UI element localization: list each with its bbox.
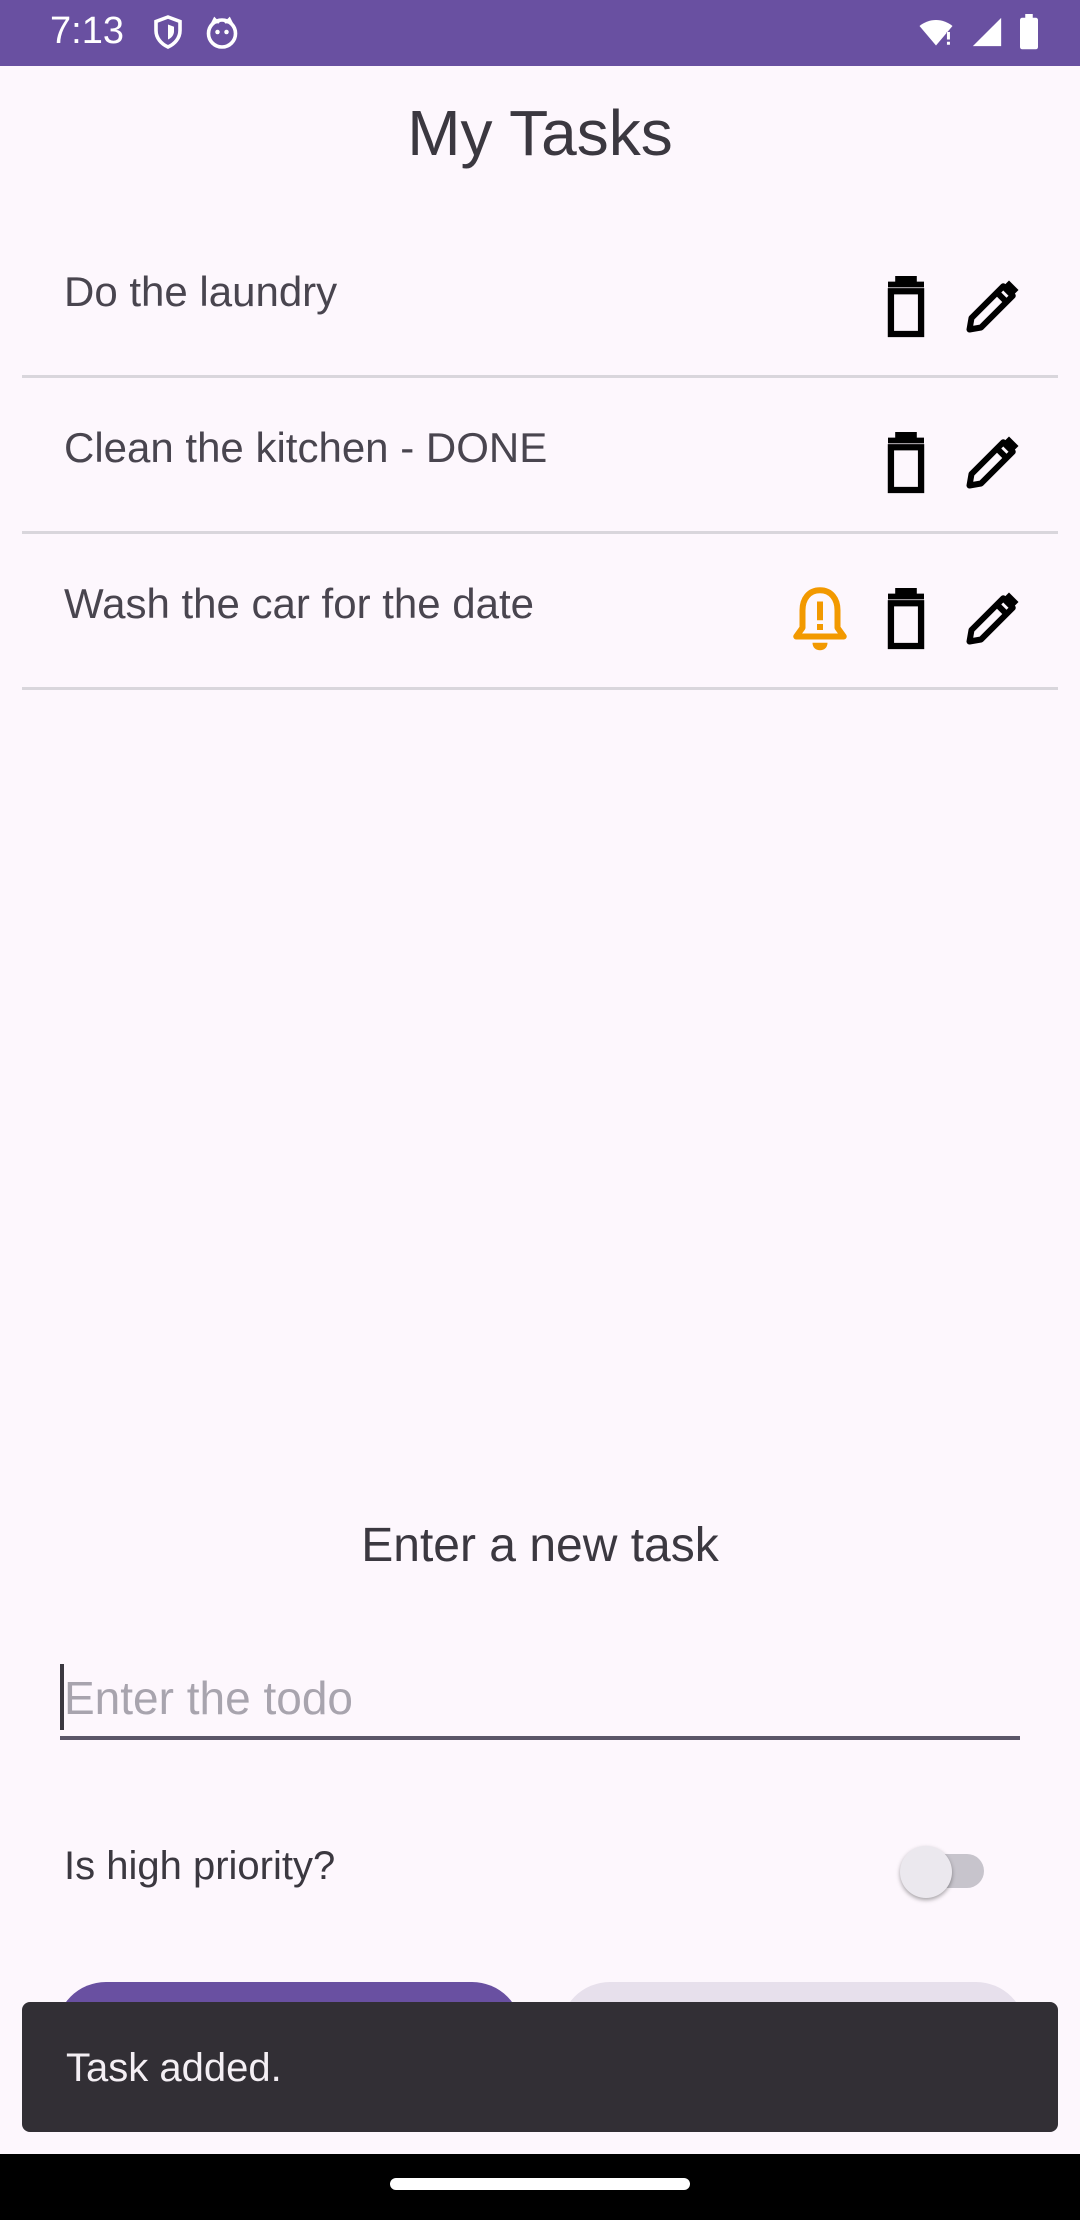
task-label: Do the laundry	[64, 268, 338, 315]
pencil-icon[interactable]	[962, 584, 1022, 654]
task-list: Do the laundry Clean the kitchen - DONE …	[22, 222, 1058, 690]
home-handle[interactable]	[390, 2178, 690, 2190]
shield-icon	[150, 14, 186, 55]
page-title: My Tasks	[407, 97, 673, 169]
todo-field[interactable]	[60, 1660, 1020, 1740]
navigation-bar	[0, 2154, 1080, 2220]
status-bar: 7:13	[0, 0, 1080, 66]
task-row[interactable]: Clean the kitchen - DONE	[22, 378, 1058, 534]
snackbar-message: Task added.	[66, 2046, 282, 2090]
text-cursor	[60, 1664, 64, 1730]
task-label: Clean the kitchen - DONE	[64, 424, 548, 471]
toggle-thumb	[900, 1846, 952, 1898]
trash-icon[interactable]	[876, 272, 936, 342]
task-row[interactable]: Wash the car for the date	[22, 534, 1058, 690]
wifi-icon	[916, 14, 956, 50]
battery-icon	[1018, 14, 1040, 50]
task-label: Wash the car for the date	[64, 580, 535, 627]
signal-icon	[970, 15, 1004, 49]
snackbar: Task added.	[22, 2002, 1058, 2132]
pencil-icon[interactable]	[962, 272, 1022, 342]
trash-icon[interactable]	[876, 428, 936, 498]
cat-icon	[204, 14, 240, 55]
priority-toggle[interactable]	[900, 1846, 986, 1898]
status-time: 7:13	[50, 10, 124, 52]
bell-alert-icon	[790, 584, 850, 654]
priority-label: Is high priority?	[64, 1844, 336, 1888]
pencil-icon[interactable]	[962, 428, 1022, 498]
new-task-heading: Enter a new task	[361, 1519, 719, 1572]
todo-input[interactable]	[60, 1660, 1020, 1736]
trash-icon[interactable]	[876, 584, 936, 654]
task-row[interactable]: Do the laundry	[22, 222, 1058, 378]
